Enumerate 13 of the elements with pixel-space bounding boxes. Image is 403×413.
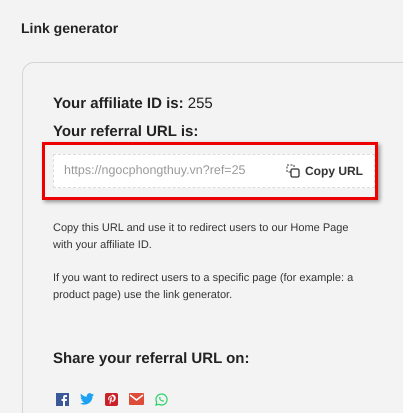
email-icon[interactable]	[129, 393, 144, 405]
facebook-icon[interactable]	[56, 393, 69, 406]
copy-icon	[286, 164, 300, 178]
pinterest-icon[interactable]	[105, 393, 118, 406]
twitter-icon[interactable]	[80, 393, 94, 405]
help-paragraph: If you want to redirect users to a specific page (for example: a product page) use the link generator.	[53, 270, 354, 302]
referral-url-label: Your referral URL is:	[53, 124, 200, 140]
help-paragraph: Copy this URL and use it to redirect users to our Home Page with your affiliate ID.	[53, 220, 350, 252]
share-heading: Share your referral URL on:	[53, 348, 250, 368]
affiliate-id-text: Your affiliate ID is: 255	[53, 94, 214, 114]
page-title: Link generator	[21, 19, 120, 38]
referral-url-field[interactable]: https://ngocphongthuy.vn?ref=25 Copy URL	[53, 154, 375, 188]
copy-url-button[interactable]: Copy URL	[280, 158, 369, 184]
